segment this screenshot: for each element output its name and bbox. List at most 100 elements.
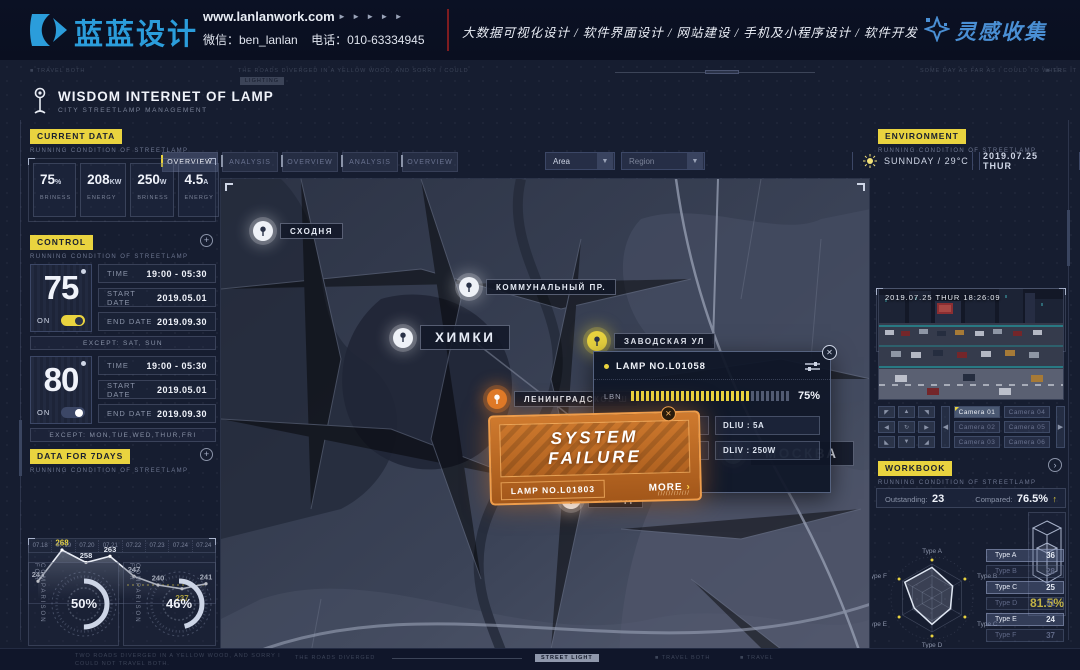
inspiration-icon <box>924 16 950 42</box>
footer-street-light-badge: STREET LIGHT <box>535 654 599 662</box>
control-group2-value: 80 <box>31 361 91 399</box>
right-scroll-rail[interactable] <box>1068 120 1069 640</box>
banner-website[interactable]: www.lanlanwork.com <box>203 9 335 24</box>
dliv-cell: DLIV : 250W <box>715 441 820 460</box>
dashboard: ■ TRAVEL BOTH THE ROADS DIVERGED IN A YE… <box>0 60 1080 670</box>
region-select[interactable]: Region ▼ <box>621 152 705 170</box>
pan-left-icon[interactable]: ◀ <box>878 421 895 433</box>
camera-dpad: ◤▲◥ ◀↻▶ ◣▼◢ <box>878 406 935 448</box>
camera-01-button[interactable]: Camera 01 <box>954 406 1000 418</box>
lamp-pin-icon <box>253 221 273 241</box>
sun-icon <box>863 154 877 168</box>
type-f-row[interactable]: Type F37 <box>986 629 1064 642</box>
control-group2-toggle[interactable] <box>61 407 85 418</box>
alert-title: SYSTEM FAILURE <box>500 426 689 471</box>
control-group2-state: ON <box>37 408 50 417</box>
popup-lamp-id: LAMP NO.L01058 <box>616 361 805 372</box>
pin-skhodnya[interactable]: СХОДНЯ <box>253 221 343 241</box>
banner-divider <box>447 9 449 51</box>
environment-subtitle: RUNNING CONDITION OF STREETLAMP <box>878 148 1036 154</box>
environment-title: ENVIRONMENT <box>878 129 966 144</box>
camera-buttons: Camera 01 Camera 02 Camera 03 Camera 04 … <box>954 406 1050 448</box>
control-group2-start-row[interactable]: START DATE2019.05.01 <box>98 380 216 399</box>
workbook-more-icon[interactable]: › <box>1048 458 1062 472</box>
deco-lighting-badge: LIGHTING <box>240 77 284 85</box>
dliu-cell: DLIU : 5A <box>715 416 820 435</box>
pan-up-left-icon[interactable]: ◤ <box>878 406 895 418</box>
pan-up-icon[interactable]: ▲ <box>898 406 915 418</box>
control-group1-toggle[interactable] <box>61 315 85 326</box>
week-chart-subtitle: RUNNING CONDITION OF STREETLAMP <box>30 468 188 474</box>
type-a-row[interactable]: Type A36 <box>986 549 1064 562</box>
current-data-subtitle: RUNNING CONDITION OF STREETLAMP <box>30 148 188 154</box>
banner-services: 大数据可视化设计 / 软件界面设计 / 网站建设 / 手机及小程序设计 / 软件… <box>462 22 918 41</box>
week-chart-expand-button[interactable]: + <box>200 448 213 461</box>
control-expand-button[interactable]: + <box>200 234 213 247</box>
type-e-row[interactable]: Type E24 <box>986 613 1064 626</box>
camera-04-button[interactable]: Camera 04 <box>1004 406 1050 418</box>
type-d-row[interactable]: Type D31 <box>986 597 1064 610</box>
type-c-row[interactable]: Type C25 <box>986 581 1064 594</box>
deco-top-left: ■ TRAVEL BOTH <box>30 68 85 74</box>
control-group2-display: 80 ON <box>30 356 92 424</box>
lbn-progress-row: LBN 75% <box>594 380 830 408</box>
comparison-gauge-2: COMPARISON FOR 46% <box>123 562 216 646</box>
tune-sliders-icon[interactable] <box>805 361 820 372</box>
stat-energy-kw: 208KW ENERGY <box>80 163 126 217</box>
chevron-down-icon: ▼ <box>597 153 613 169</box>
deco-top-right: ■ TR <box>1046 68 1062 74</box>
svg-text:Type F: Type F <box>872 573 887 580</box>
camera-02-button[interactable]: Camera 02 <box>954 421 1000 433</box>
status-dot-icon <box>604 364 609 369</box>
pan-down-icon[interactable]: ▼ <box>898 436 915 448</box>
area-select[interactable]: Area ▼ <box>545 152 615 170</box>
control-group1-except: EXCEPT: SAT, SUN <box>30 336 216 350</box>
banner-wechat: 微信：ben_lanlan <box>203 33 298 47</box>
control-group1-state: ON <box>37 316 50 325</box>
control-group1-value: 75 <box>31 269 91 307</box>
city-map[interactable]: СХОДНЯ КОММУНАЛЬНЫЙ ПР. ХИМКИ ЗАВОДСКАЯ … <box>220 178 870 670</box>
camera-feed[interactable]: 2019.07.25 THUR 18:26:09 <box>878 288 1064 400</box>
tab-overview-3[interactable]: OVERVIEW <box>402 152 458 172</box>
type-radar-chart: Type AType BType CType DType EType F <box>872 546 998 650</box>
hazard-stripes: //////////// <box>658 491 690 498</box>
pin-zavodskaya[interactable]: ЗАВОДСКАЯ УЛ <box>587 331 715 351</box>
control-group1-display: 75 ON <box>30 264 92 332</box>
footer-strip: TWO ROADS DIVERGED IN A YELLOW WOOD, AND… <box>0 648 1080 670</box>
week-chart-title: DATA FOR 7DAYS <box>30 449 130 464</box>
control-title: CONTROL <box>30 235 93 250</box>
pin-khimki[interactable]: ХИМКИ <box>393 325 510 350</box>
tab-overview-2[interactable]: OVERVIEW <box>282 152 338 172</box>
logo-text: 蓝蓝设计 <box>74 11 198 53</box>
close-icon[interactable]: ✕ <box>822 345 837 360</box>
pan-up-right-icon[interactable]: ◥ <box>918 406 935 418</box>
panel-environment: ENVIRONMENT RUNNING CONDITION OF STREETL… <box>878 126 1036 154</box>
control-group2-end-row[interactable]: END DATE2019.09.30 <box>98 404 216 423</box>
banner-collect[interactable]: 灵感收集 <box>955 16 1047 46</box>
app-title-block: WISDOM INTERNET OF LAMP CITY STREETLAMP … <box>58 89 274 114</box>
pan-down-right-icon[interactable]: ◢ <box>918 436 935 448</box>
camera-05-button[interactable]: Camera 05 <box>1004 421 1050 433</box>
top-banner: 蓝蓝设计 www.lanlanwork.com ► ► ► ► ► 微信：ben… <box>0 0 1080 60</box>
control-group1-end-row[interactable]: END DATE2019.09.30 <box>98 312 216 331</box>
control-group1-time-row[interactable]: TIME19:00 - 05:30 <box>98 264 216 283</box>
tab-analysis-2[interactable]: ANALYSIS <box>342 152 398 172</box>
svg-text:Type A: Type A <box>922 548 943 555</box>
footer-quote-3: THE ROADS DIVERGED <box>295 655 375 661</box>
left-scroll-rail[interactable] <box>20 120 21 640</box>
control-group2-except: EXCEPT: MON,TUE,WED,THUR,FRI <box>30 428 216 442</box>
camera-06-button[interactable]: Camera 06 <box>1004 436 1050 448</box>
camera-next-button[interactable]: ▶ <box>1056 406 1065 448</box>
tab-analysis-1[interactable]: ANALYSIS <box>222 152 278 172</box>
control-group2-time-row[interactable]: TIME19:00 - 05:30 <box>98 356 216 375</box>
pan-down-left-icon[interactable]: ◣ <box>878 436 895 448</box>
control-group1-start-row[interactable]: START DATE2019.05.01 <box>98 288 216 307</box>
type-b-row[interactable]: Type B28 <box>986 565 1064 578</box>
pan-right-icon[interactable]: ▶ <box>918 421 935 433</box>
pin-kommunalny[interactable]: КОММУНАЛЬНЫЙ ПР. <box>459 277 616 297</box>
camera-prev-button[interactable]: ◀ <box>941 406 950 448</box>
week-chart-x-labels: 07.1807.1907.2007.2107.2207.2307.2407.24 <box>28 540 216 553</box>
lamp-mini-icon <box>81 269 86 274</box>
camera-03-button[interactable]: Camera 03 <box>954 436 1000 448</box>
reset-view-icon[interactable]: ↻ <box>898 421 915 433</box>
